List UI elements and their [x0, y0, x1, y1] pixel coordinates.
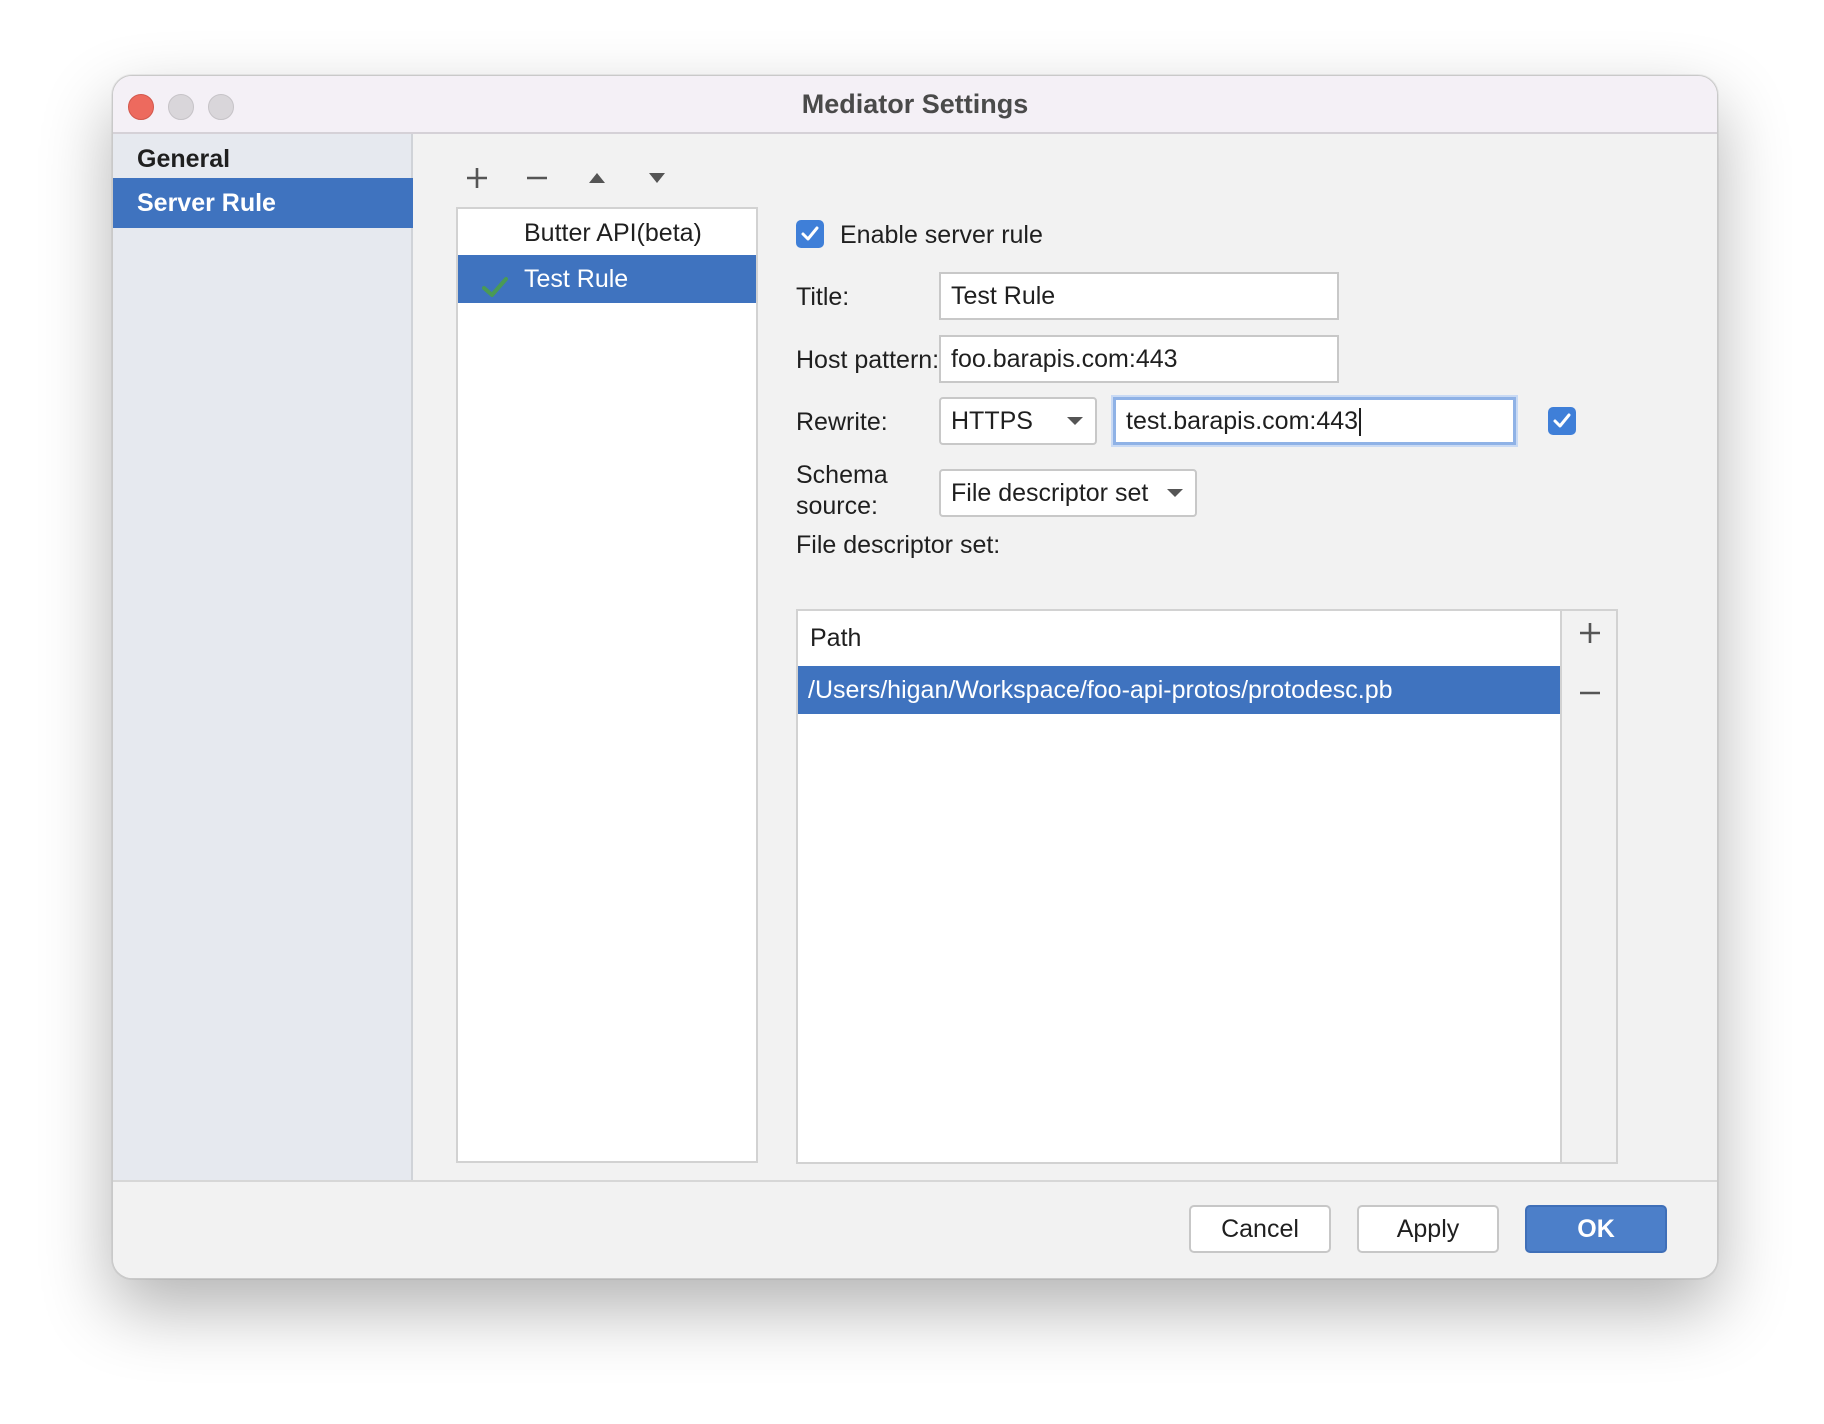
schema-source-value: File descriptor set [951, 479, 1149, 507]
rule-item-label: Test Rule [524, 265, 629, 293]
cancel-button[interactable]: Cancel [1189, 1205, 1331, 1253]
host-pattern-label: Host pattern: [796, 346, 940, 374]
rewrite-enabled-checkbox[interactable] [1548, 407, 1576, 435]
checkmark-icon [1553, 413, 1571, 428]
rule-item-test-rule[interactable]: Test Rule [458, 255, 756, 303]
window-title: Mediator Settings [801, 89, 1029, 119]
table-row[interactable]: /Users/higan/Workspace/foo-api-protos/pr… [798, 666, 1562, 714]
enable-server-rule-label[interactable]: Enable server rule [840, 221, 1043, 250]
path-column-header[interactable]: Path [798, 611, 1562, 666]
add-icon[interactable] [459, 160, 495, 196]
rewrite-scheme-select[interactable]: HTTPS [939, 397, 1097, 445]
file-descriptor-table[interactable]: Path /Users/higan/Workspace/foo-api-prot… [796, 609, 1618, 1164]
enable-server-rule-checkbox[interactable] [796, 220, 824, 248]
move-up-icon[interactable] [579, 160, 615, 196]
schema-source-label-line1: Schema [796, 461, 888, 489]
dialog-footer: Cancel Apply OK [113, 1180, 1717, 1278]
rule-item-label: Butter API(beta) [524, 219, 702, 247]
table-actions [1560, 611, 1616, 1162]
schema-source-label: Schema source: [796, 460, 888, 522]
remove-path-icon[interactable] [1576, 679, 1604, 707]
rewrite-target-value: test.barapis.com:443 [1126, 407, 1359, 435]
title-bar[interactable]: Mediator Settings [113, 76, 1717, 134]
ok-button[interactable]: OK [1525, 1205, 1667, 1253]
text-caret [1359, 408, 1362, 437]
rule-list[interactable]: Butter API(beta) Test Rule [456, 207, 758, 1163]
rule-item-butter-api[interactable]: Butter API(beta) [458, 209, 756, 257]
schema-source-label-line2: source: [796, 492, 878, 520]
chevron-down-icon [1167, 489, 1183, 497]
enabled-check-icon [482, 267, 508, 297]
rewrite-scheme-value: HTTPS [951, 407, 1033, 435]
title-field[interactable]: Test Rule [939, 272, 1339, 320]
host-pattern-field[interactable]: foo.barapis.com:443 [939, 335, 1339, 383]
title-label: Title: [796, 283, 850, 311]
apply-button[interactable]: Apply [1357, 1205, 1499, 1253]
sidebar-item-general[interactable]: General [113, 134, 413, 184]
rewrite-target-field[interactable]: test.barapis.com:443 [1113, 397, 1516, 445]
add-path-icon[interactable] [1576, 619, 1604, 647]
settings-window: Mediator Settings General Server Rule Bu… [112, 75, 1718, 1279]
chevron-down-icon [1067, 417, 1083, 425]
settings-sidebar: General Server Rule [113, 134, 413, 1180]
checkmark-icon [801, 226, 819, 241]
sidebar-item-server-rule[interactable]: Server Rule [113, 178, 413, 228]
file-descriptor-set-label: File descriptor set: [796, 531, 1001, 559]
rewrite-label: Rewrite: [796, 408, 888, 436]
schema-source-select[interactable]: File descriptor set [939, 469, 1197, 517]
move-down-icon[interactable] [639, 160, 675, 196]
remove-icon[interactable] [519, 160, 555, 196]
